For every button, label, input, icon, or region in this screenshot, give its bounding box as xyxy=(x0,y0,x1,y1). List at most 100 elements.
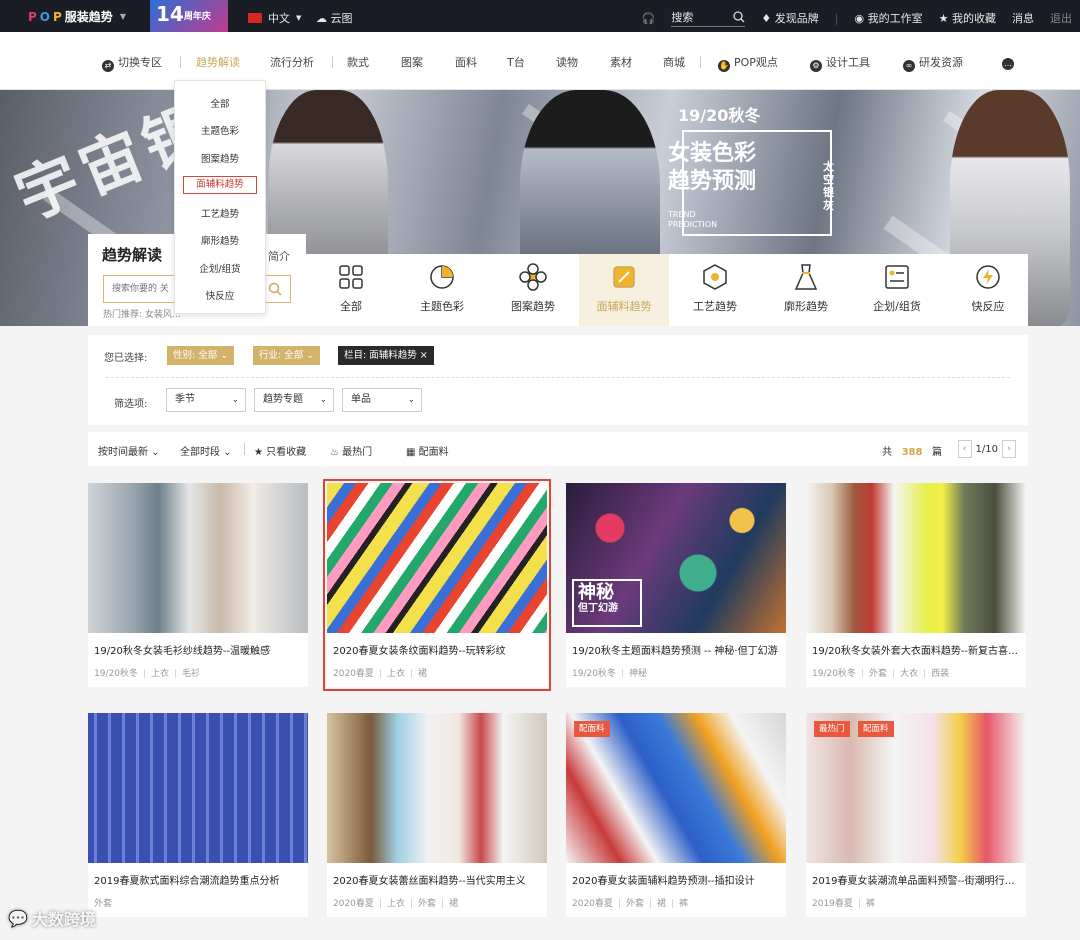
nav-item-material[interactable]: 素材 xyxy=(610,54,632,70)
nav-item-design-tools[interactable]: ⚙ 设计工具 xyxy=(810,54,870,72)
trend-dropdown-menu: 全部 主题色彩 图案趋势 面辅料趋势 工艺趋势 廓形趋势 企划/组货 快反应 xyxy=(174,80,266,314)
dress-icon xyxy=(794,264,818,290)
hero-copy: 19/20秋冬 女装色彩 趋势预测 太空银灰 TREND PREDICTION xyxy=(668,102,834,230)
favorites-link[interactable]: ★ 我的收藏 xyxy=(939,10,996,26)
topic-select[interactable]: 趋势专题 ⌄ xyxy=(254,388,334,412)
category-theme-color[interactable]: 主题色彩 xyxy=(397,262,487,314)
hot-recommend[interactable]: 热门推荐: 女装风… xyxy=(103,307,181,320)
category-planning[interactable]: 企划/组货 xyxy=(852,262,942,314)
article-card[interactable]: 2020春夏女装蕾丝面料趋势--当代实用主义 2020春夏上衣外套裙 xyxy=(327,713,547,917)
dropdown-item-silhouette[interactable]: 廓形趋势 xyxy=(175,233,265,247)
article-card[interactable]: 神秘 但丁幻游 19/20秋冬主题面料趋势预测 -- 神秘·但丁幻游 19/20… xyxy=(566,483,786,687)
divider: | xyxy=(834,11,839,25)
card-image xyxy=(327,713,547,863)
chevron-down-icon: ⌄ xyxy=(220,350,229,361)
china-flag-icon xyxy=(248,13,262,23)
chat-bubble-icon: 💬 xyxy=(8,908,28,928)
hottest-toggle[interactable]: ♨ 最热门 xyxy=(330,443,372,458)
card-title: 19/20秋冬女装外套大衣面料趋势--新复古喜… xyxy=(812,646,1019,657)
nav-item-reading[interactable]: 读物 xyxy=(556,54,578,70)
dropdown-item-theme-color[interactable]: 主题色彩 xyxy=(175,123,265,137)
nav-item-fabric[interactable]: 面料 xyxy=(455,54,477,70)
card-image: 配面料 xyxy=(566,713,786,863)
card-image xyxy=(806,483,1026,633)
language-label: 中文 xyxy=(268,12,290,25)
nav-item-runway[interactable]: T台 xyxy=(507,54,525,70)
item-select[interactable]: 单品 ⌄ xyxy=(342,388,422,412)
tool-icon: ⚙ xyxy=(810,60,822,72)
top-search[interactable]: 搜索 xyxy=(671,9,746,27)
category-all[interactable]: 全部 xyxy=(306,262,396,314)
dropdown-item-planning[interactable]: 企划/组货 xyxy=(175,261,265,275)
nav-item-popular[interactable]: 流行分析 xyxy=(270,54,314,70)
card-tags: 外套 xyxy=(94,899,113,909)
flower-icon xyxy=(519,263,547,291)
selected-label: 您已选择: xyxy=(104,353,148,364)
messages-link[interactable]: 消息 xyxy=(1012,10,1034,26)
divider xyxy=(332,56,333,68)
filter-chip-industry[interactable]: 行业: 全部 ⌄ xyxy=(253,346,321,365)
category-craft[interactable]: 工艺趋势 xyxy=(670,262,760,314)
language-switch[interactable]: 中文 ▼ xyxy=(248,10,301,26)
article-card[interactable]: 19/20秋冬女装毛衫纱线趋势--温暖触感 19/20秋冬上衣毛衫 xyxy=(88,483,308,687)
hexagon-icon xyxy=(703,264,727,290)
chevron-down-icon: ⌄ xyxy=(223,447,232,458)
nav-item-rd-resources[interactable]: ∞ 研发资源 xyxy=(903,54,963,72)
chevron-down-icon: ⌄ xyxy=(319,395,327,405)
nav-item-trend[interactable]: 趋势解读 xyxy=(196,54,240,70)
next-page-button[interactable]: › xyxy=(1002,440,1016,458)
circle-icon: ◉ xyxy=(854,12,865,25)
dropdown-item-pattern[interactable]: 图案趋势 xyxy=(175,151,265,165)
card-image: 最热门 配面料 xyxy=(806,713,1026,863)
headset-icon[interactable]: 🎧 xyxy=(642,12,656,25)
article-card[interactable]: 19/20秋冬女装外套大衣面料趋势--新复古喜… 19/20秋冬外套大衣西装 xyxy=(806,483,1026,687)
nav-item-pop-view[interactable]: ✋ POP观点 xyxy=(718,54,778,72)
fabric-icon xyxy=(613,266,635,288)
card-title: 2019春夏女装潮流单品面料预警--街潮明行… xyxy=(812,876,1015,887)
dropdown-item-all[interactable]: 全部 xyxy=(175,96,265,110)
discover-brands-link[interactable]: ♦ 发现品牌 xyxy=(761,10,818,26)
card-tags: 2020春夏外套裙裤 xyxy=(572,896,688,909)
filter-chip-gender[interactable]: 性别: 全部 ⌄ xyxy=(167,346,235,365)
prev-page-button[interactable]: ‹ xyxy=(957,440,972,458)
more-icon[interactable]: … xyxy=(1002,54,1018,70)
card-image xyxy=(327,483,547,633)
fabric-toggle[interactable]: ▦ 配面料 xyxy=(406,443,449,458)
article-card[interactable]: 2019春夏款式面料综合潮流趋势重点分析 外套 xyxy=(88,713,308,917)
logout-link[interactable]: 退出 xyxy=(1050,10,1072,26)
card-overlay-text: 神秘 但丁幻游 xyxy=(572,579,642,627)
cloud-link[interactable]: ☁ 云图 xyxy=(316,10,353,26)
dropdown-item-fast-response[interactable]: 快反应 xyxy=(175,288,265,302)
category-fabric-trend[interactable]: 面辅料趋势 xyxy=(579,254,669,326)
pop-logo[interactable]: POP 服装趋势 ▼ xyxy=(28,8,126,25)
nav-switch-zone[interactable]: ⇄ 切换专区 xyxy=(102,54,162,72)
workspace-link[interactable]: ◉ 我的工作室 xyxy=(855,10,923,26)
category-pattern[interactable]: 图案趋势 xyxy=(488,262,578,314)
category-fast-response[interactable]: 快反应 xyxy=(943,262,1033,314)
filter-chip-column[interactable]: 栏目: 面辅料趋势 × xyxy=(338,346,434,365)
article-card[interactable]: 配面料 2020春夏女装面辅料趋势预测--插扣设计 2020春夏外套裙裤 xyxy=(566,713,786,917)
star-icon: ★ xyxy=(938,12,949,25)
card-title: 2020春夏女装面辅料趋势预测--插扣设计 xyxy=(572,876,755,887)
period-select[interactable]: 全部时段 ⌄ xyxy=(180,443,232,458)
card-title: 2020春夏女装条纹面料趋势--玩转彩纹 xyxy=(333,646,506,657)
star-icon: ★ xyxy=(254,447,263,458)
dropdown-item-fabric-trend[interactable]: 面辅料趋势 xyxy=(183,176,257,194)
sort-latest[interactable]: 按时间最新 ⌄ xyxy=(98,443,160,458)
article-card[interactable]: 最热门 配面料 2019春夏女装潮流单品面料预警--街潮明行… 2019春夏裤 xyxy=(806,713,1026,917)
sort-bar: 按时间最新 ⌄ 全部时段 ⌄ ★ 只看收藏 ♨ 最热门 ▦ 配面料 共 388 … xyxy=(88,432,1028,466)
card-tags: 2020春夏上衣裙 xyxy=(333,666,427,679)
nav-item-pattern[interactable]: 图案 xyxy=(401,54,423,70)
season-select[interactable]: 季节 ⌄ xyxy=(166,388,246,412)
nav-item-mall[interactable]: 商城 xyxy=(663,54,685,70)
intro-link[interactable]: 简介 xyxy=(268,248,290,264)
filter-panel: 您已选择: 性别: 全部 ⌄ 行业: 全部 ⌄ 栏目: 面辅料趋势 × 筛选项:… xyxy=(88,335,1028,425)
diamond-icon: ♦ xyxy=(761,12,772,25)
divider xyxy=(700,56,701,68)
dropdown-item-craft[interactable]: 工艺趋势 xyxy=(175,206,265,220)
article-card[interactable]: 2020春夏女装条纹面料趋势--玩转彩纹 2020春夏上衣裙 xyxy=(323,479,551,691)
category-silhouette[interactable]: 廓形趋势 xyxy=(761,262,851,314)
nav-item-style[interactable]: 款式 xyxy=(347,54,369,70)
only-favorites-toggle[interactable]: ★ 只看收藏 xyxy=(254,443,306,458)
fabric-badge: 配面料 xyxy=(858,721,894,737)
